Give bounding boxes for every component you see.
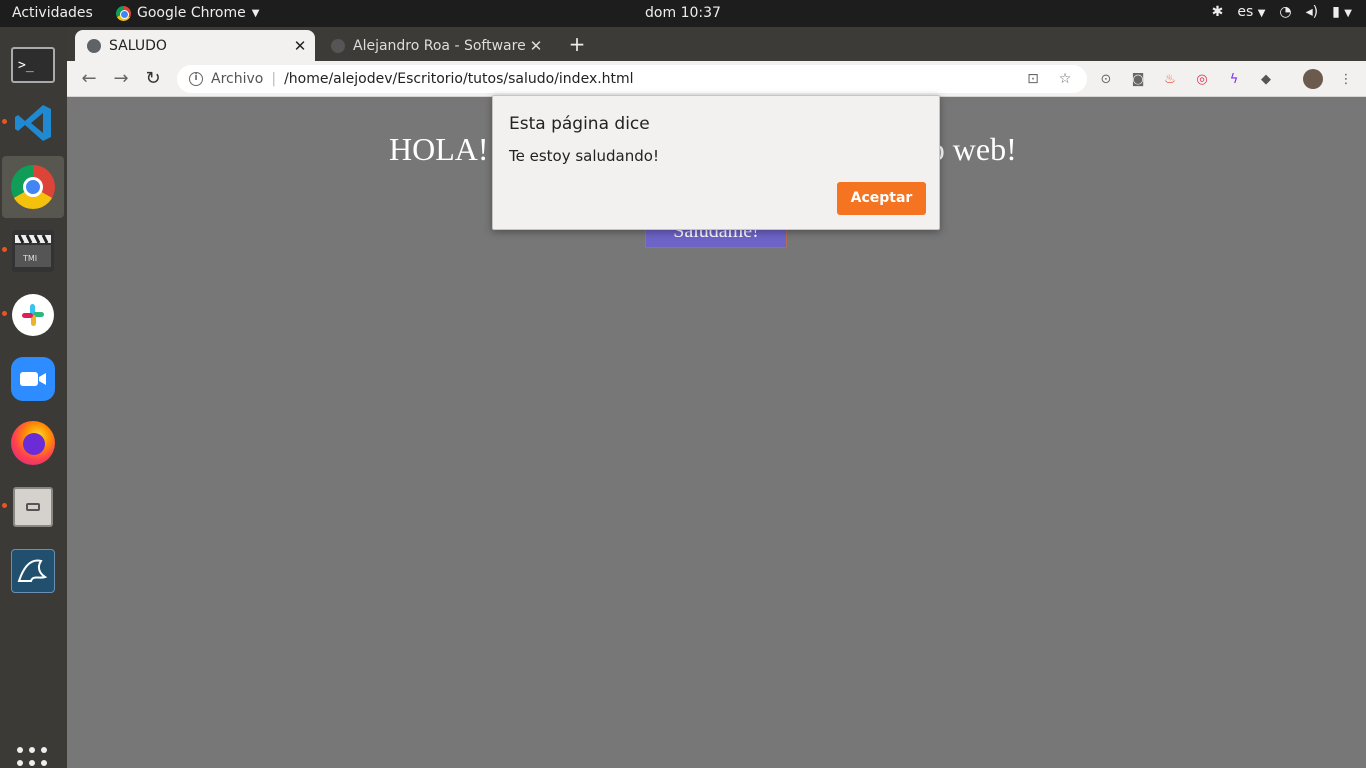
zoom-icon [11, 357, 55, 401]
favicon-icon [331, 38, 345, 53]
address-bar[interactable]: i Archivo | /home/alejodev/Escritorio/tu… [177, 65, 1087, 93]
svg-text:TMI: TMI [22, 254, 37, 263]
dock-chrome[interactable] [2, 156, 64, 218]
dock-terminal[interactable]: >_ [2, 34, 64, 96]
tab-strip: SALUDO ✕ Alejandro Roa - Software ✕ + [67, 27, 1366, 61]
browser-toolbar: ← → ↻ i Archivo | /home/alejodev/Escrito… [67, 61, 1366, 97]
volume-icon[interactable]: ◂) [1306, 4, 1319, 20]
clapper-icon: TMI [12, 230, 54, 272]
dock-zoom[interactable] [2, 348, 64, 410]
menu-dots-icon[interactable]: ⋮ [1337, 70, 1355, 88]
dock-firefox[interactable] [2, 412, 64, 474]
new-tab-button[interactable]: + [565, 32, 589, 56]
activities-button[interactable]: Actividades [12, 5, 93, 21]
dock-files[interactable] [2, 476, 64, 538]
dock-slack[interactable] [2, 284, 64, 346]
chrome-icon [116, 5, 131, 21]
info-icon[interactable]: i [189, 72, 203, 86]
language-indicator[interactable]: es ▼ [1237, 4, 1265, 20]
star-icon[interactable]: ☆ [1055, 71, 1075, 87]
dialog-title: Esta página dice [509, 114, 650, 134]
clock[interactable]: dom 10:37 [645, 5, 721, 21]
tab-title: SALUDO [109, 37, 167, 54]
apps-grid-icon[interactable] [17, 747, 49, 768]
slack-icon [12, 294, 54, 336]
avatar[interactable] [1303, 69, 1323, 89]
dock-vscode[interactable] [2, 92, 64, 154]
tab-saludo[interactable]: SALUDO ✕ [75, 30, 315, 61]
slack-tray-icon[interactable]: ✱ [1212, 4, 1224, 20]
app-menu[interactable]: Google Chrome ▼ [116, 5, 259, 21]
wifi-icon[interactable]: ◔ [1279, 4, 1291, 20]
terminal-icon: >_ [11, 47, 55, 83]
tab-alejandro-roa[interactable]: Alejandro Roa - Software ✕ [319, 30, 551, 61]
heading-left: HOLA! [389, 131, 489, 167]
reload-button[interactable]: ↻ [141, 68, 165, 90]
camera-icon[interactable]: ◙ [1129, 70, 1147, 88]
chevron-down-icon: ▼ [251, 7, 260, 19]
chrome-icon [10, 164, 56, 210]
files-icon [13, 487, 53, 527]
bolt-icon[interactable]: ϟ [1225, 70, 1243, 88]
dialog-message: Te estoy saludando! [509, 147, 659, 165]
omnibox-separator: | [271, 71, 277, 87]
accept-button[interactable]: Aceptar [837, 182, 926, 215]
scheme-label: Archivo [211, 71, 264, 87]
layers-icon[interactable]: ◆ [1257, 70, 1275, 88]
alert-dialog: Esta página dice Te estoy saludando! Ace… [492, 95, 940, 230]
app-name: Google Chrome [137, 5, 246, 21]
top-bar: Actividades Google Chrome ▼ dom 10:37 ✱ … [0, 0, 1366, 27]
tab-title: Alejandro Roa - Software [353, 37, 525, 54]
close-icon[interactable]: ✕ [289, 37, 311, 55]
mysql-workbench-icon [11, 549, 55, 593]
swirl-icon[interactable]: ◎ [1193, 70, 1211, 88]
globe-icon [87, 38, 101, 53]
dock: >_ TMI [0, 27, 67, 768]
system-tray: ✱ es ▼ ◔ ◂) ▮ ▼ [1212, 4, 1352, 20]
url-text[interactable]: /home/alejodev/Escritorio/tutos/saludo/i… [284, 71, 1023, 87]
firefox-icon [10, 420, 56, 466]
battery-icon[interactable]: ▮ ▼ [1332, 4, 1352, 20]
forward-button[interactable]: → [109, 68, 133, 90]
dock-video-editor[interactable]: TMI [2, 220, 64, 282]
translate-icon[interactable]: ⊡ [1023, 71, 1043, 87]
back-button[interactable]: ← [77, 68, 101, 90]
extension-code-icon[interactable]: ⊙ [1097, 70, 1115, 88]
vscode-icon [10, 100, 56, 146]
page-heading: HOLA! tio web! [389, 131, 1017, 168]
fire-icon[interactable]: ♨ [1161, 70, 1179, 88]
close-icon[interactable]: ✕ [525, 37, 547, 55]
dock-mysql-workbench[interactable] [2, 540, 64, 602]
